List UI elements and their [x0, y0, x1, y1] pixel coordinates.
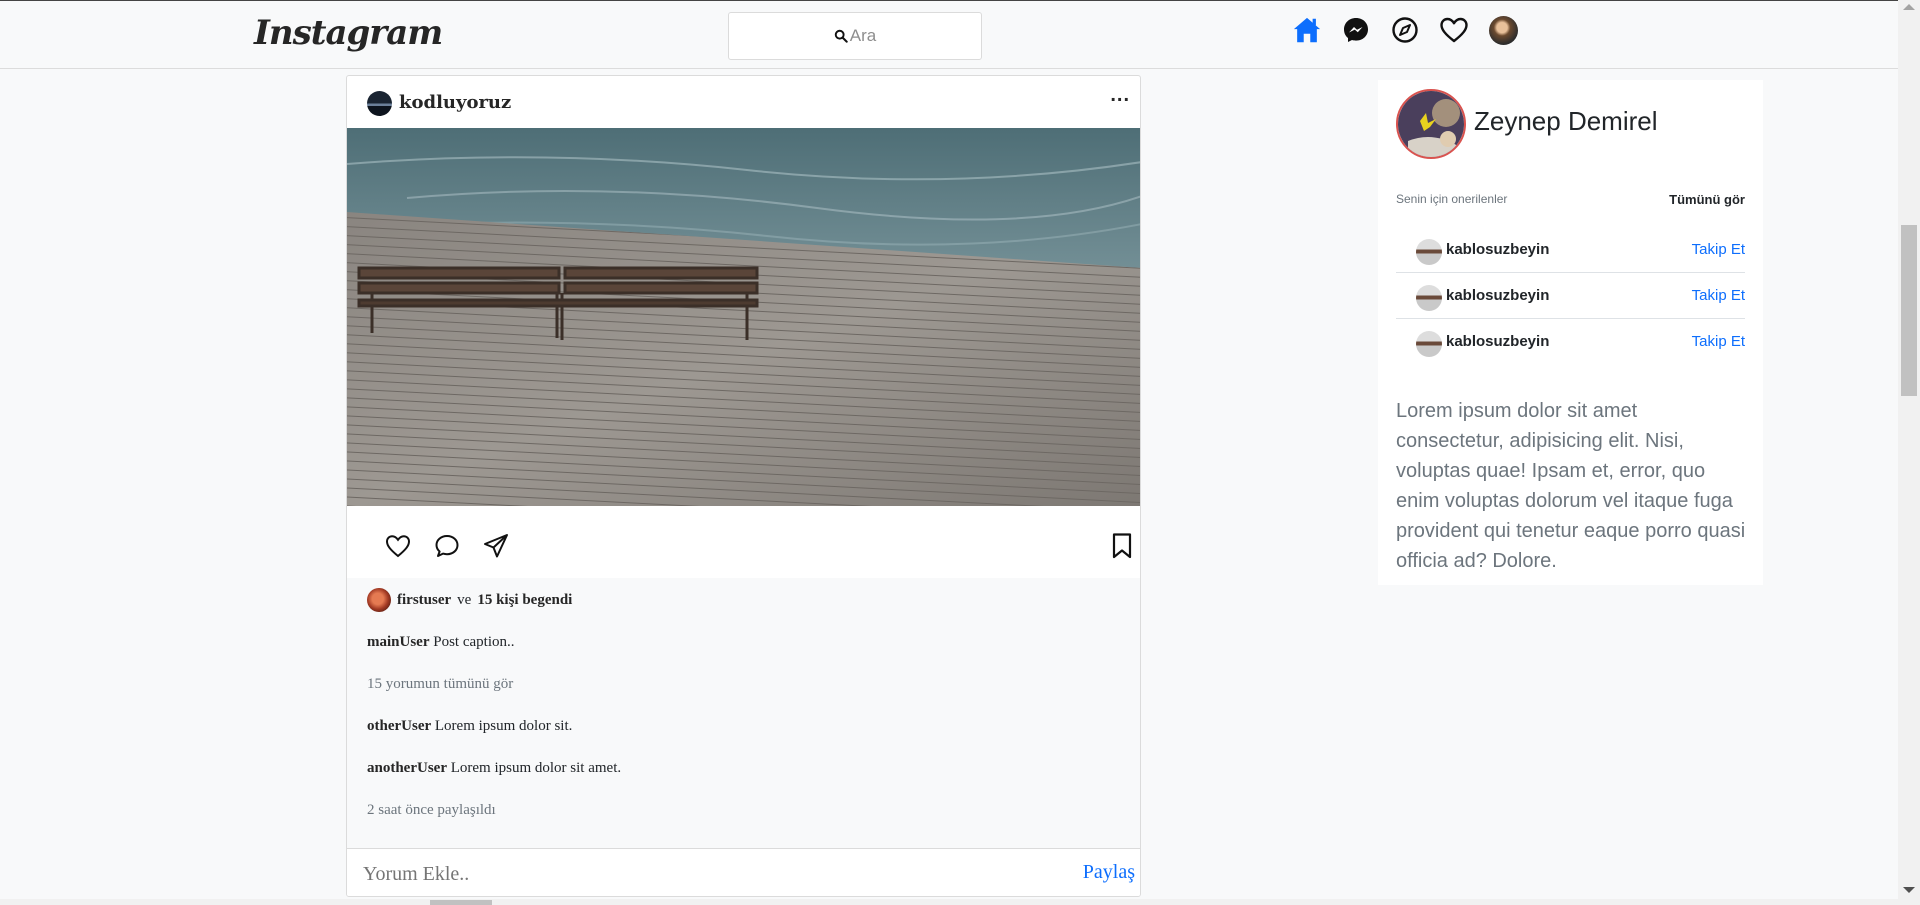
suggestion-username[interactable]: kablosuzbeyin [1446, 241, 1549, 258]
suggestion-username[interactable]: kablosuzbeyin [1446, 333, 1549, 350]
post-username[interactable]: kodluyoruz [399, 92, 511, 113]
bookmark-icon[interactable] [1110, 532, 1138, 560]
navbar: Instagram Ara [0, 0, 1898, 69]
profile-name[interactable]: Zeynep Demirel [1474, 106, 1658, 137]
comment-text: Lorem ipsum dolor sit. [434, 718, 573, 734]
search-box[interactable]: Ara [728, 12, 982, 60]
post-body: firstuser ve 15 kişi begendi mainUser Po… [347, 578, 1140, 848]
post-image[interactable] [347, 128, 1140, 506]
comment-item: anotherUser Lorem ipsum dolor sit amet. [367, 760, 621, 777]
post-header: kodluyoruz ... [347, 76, 1140, 128]
search-placeholder: Ara [849, 26, 877, 45]
view-all-comments-link[interactable]: 15 yorumun tümünü gör [367, 676, 513, 693]
instagram-logo[interactable]: Instagram [254, 13, 443, 53]
liker-username[interactable]: firstuser [397, 592, 451, 609]
suggestion-username[interactable]: kablosuzbeyin [1446, 287, 1549, 304]
post-caption: mainUser Post caption.. [367, 634, 515, 651]
search-icon [834, 29, 848, 43]
likes-summary: firstuser ve 15 kişi begendi [367, 588, 572, 612]
share-icon[interactable] [482, 532, 510, 560]
avatar[interactable] [1416, 239, 1442, 265]
compass-icon[interactable] [1390, 15, 1420, 45]
follow-button[interactable]: Takip Et [1692, 287, 1745, 304]
post-actions [347, 506, 1140, 578]
caption-text: Post caption.. [433, 634, 515, 650]
list-item: kablosuzbeyin Takip Et [1396, 319, 1745, 365]
avatar[interactable] [1416, 285, 1442, 311]
horizontal-scrollbar[interactable] [0, 899, 1898, 905]
post-comment-button[interactable]: Paylaş [1083, 861, 1135, 884]
suggestions-list: kablosuzbeyin Takip Et kablosuzbeyin Tak… [1396, 227, 1745, 365]
about-text: Lorem ipsum dolor sit amet consectetur, … [1396, 400, 1746, 572]
avatar[interactable] [1416, 331, 1442, 357]
home-icon[interactable] [1292, 15, 1322, 45]
follow-button[interactable]: Takip Et [1692, 241, 1745, 258]
scroll-down-icon[interactable] [1903, 887, 1915, 893]
heart-icon[interactable] [1439, 15, 1469, 45]
comment-icon[interactable] [433, 532, 461, 560]
post-card: kodluyoruz ... firstuser ve 15 kişi bege… [346, 75, 1141, 897]
add-comment-bar: Paylaş [347, 848, 1140, 896]
suggestions-header: Senin için onerilenler Tümünü gör [1396, 192, 1745, 207]
comment-text: Lorem ipsum dolor sit amet. [450, 760, 622, 776]
comment-username[interactable]: otherUser [367, 718, 431, 734]
more-options-icon[interactable]: ... [1110, 84, 1130, 107]
comment-item: otherUser Lorem ipsum dolor sit. [367, 718, 572, 735]
profile-avatar[interactable] [1396, 89, 1466, 159]
sidebar: Zeynep Demirel Senin için onerilenler Tü… [1378, 80, 1763, 585]
vertical-scrollbar-thumb[interactable] [1901, 225, 1917, 396]
caption-username[interactable]: mainUser [367, 634, 430, 650]
comment-input[interactable] [363, 859, 1043, 889]
horizontal-scrollbar-thumb[interactable] [430, 900, 492, 905]
list-item: kablosuzbeyin Takip Et [1396, 227, 1745, 273]
post-author-avatar[interactable] [367, 91, 392, 116]
liker-avatar[interactable] [367, 588, 391, 612]
likes-count[interactable]: 15 kişi begendi [477, 592, 572, 609]
avatar [1488, 15, 1518, 45]
post-timestamp: 2 saat önce paylaşıldı [367, 802, 496, 818]
likes-connector: ve [457, 591, 472, 608]
see-all-link[interactable]: Tümünü gör [1669, 192, 1745, 207]
follow-button[interactable]: Takip Et [1692, 333, 1745, 350]
scroll-up-icon[interactable] [1903, 4, 1915, 10]
list-item: kablosuzbeyin Takip Et [1396, 273, 1745, 319]
nav-icons [1292, 15, 1518, 45]
messenger-icon[interactable] [1341, 15, 1371, 45]
profile-avatar-nav[interactable] [1488, 15, 1518, 45]
vertical-scrollbar[interactable] [1898, 0, 1920, 905]
comment-username[interactable]: anotherUser [367, 760, 447, 776]
like-icon[interactable] [384, 532, 412, 560]
suggestions-title: Senin için onerilenler [1396, 192, 1508, 206]
